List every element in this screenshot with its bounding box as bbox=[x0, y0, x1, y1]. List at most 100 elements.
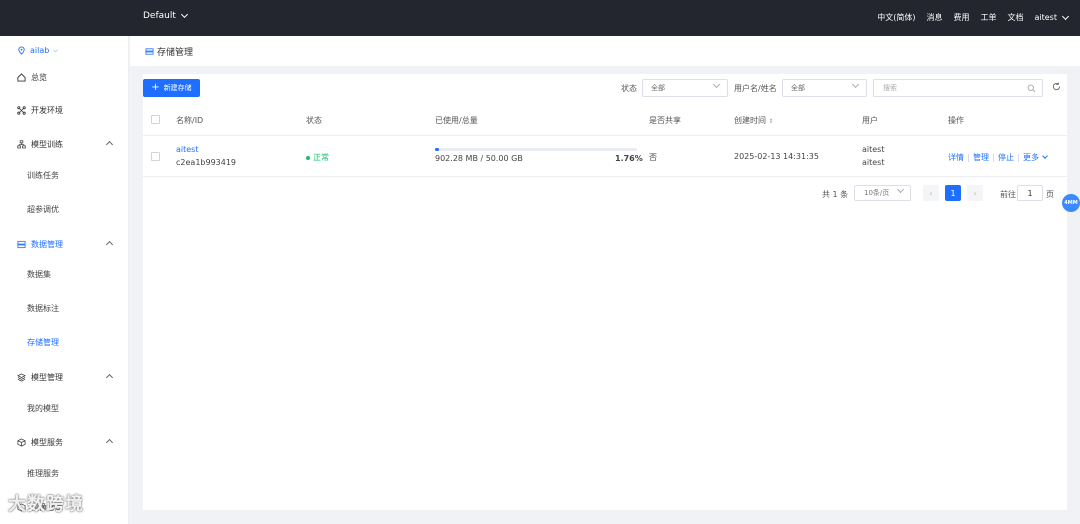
sidebar-group-model-management[interactable]: 模型管理 bbox=[17, 372, 114, 383]
manage-link[interactable]: 管理 bbox=[973, 152, 989, 163]
storage-id: c2ea1b993419 bbox=[176, 158, 237, 167]
workspace-name: Default bbox=[143, 11, 176, 21]
column-created[interactable]: 创建时间 ⇕ bbox=[734, 115, 774, 126]
storage-name-link[interactable]: aitest bbox=[176, 145, 199, 154]
new-storage-button[interactable]: + 新建存储 bbox=[143, 79, 200, 97]
hierarchy-icon bbox=[17, 140, 26, 149]
page-size-select[interactable]: 10条/页 bbox=[854, 185, 911, 201]
status-filter-select[interactable]: 全部 bbox=[642, 79, 728, 97]
home-icon bbox=[17, 73, 26, 82]
chevron-down-icon bbox=[896, 185, 905, 194]
sort-icon: ⇕ bbox=[768, 118, 774, 125]
page-header: 存储管理 bbox=[130, 36, 1080, 66]
sidebar-item-datasets[interactable]: 数据集 bbox=[27, 269, 51, 280]
column-shared: 是否共享 bbox=[649, 116, 681, 125]
sidebar-item-label: 模型服务 bbox=[31, 438, 63, 447]
language-selector[interactable]: 中文(简体) bbox=[877, 12, 915, 23]
watermark: 大数跨境 bbox=[8, 494, 84, 515]
sidebar-item-label: 开发环境 bbox=[31, 106, 63, 115]
usage-progress-fill bbox=[435, 148, 439, 151]
sidebar-item-inference-service[interactable]: 推理服务 bbox=[27, 468, 59, 479]
usage-text: 902.28 MB / 50.00 GB bbox=[435, 154, 523, 163]
floating-assistant-button[interactable]: 4MM bbox=[1062, 194, 1080, 212]
sidebar-item-data-annotation[interactable]: 数据标注 bbox=[27, 303, 59, 314]
status-text: 正常 bbox=[313, 153, 329, 162]
sidebar-item-training-tasks[interactable]: 训练任务 bbox=[27, 170, 59, 181]
network-icon bbox=[17, 106, 26, 115]
goto-page-input[interactable]: 1 bbox=[1017, 185, 1043, 201]
status-filter-value: 全部 bbox=[651, 84, 665, 92]
column-created-label: 创建时间 bbox=[734, 116, 766, 125]
row-checkbox[interactable] bbox=[151, 152, 160, 161]
layers-icon bbox=[17, 373, 26, 382]
more-label: 更多 bbox=[1023, 153, 1039, 162]
row-user-name: aitest bbox=[862, 158, 885, 167]
column-actions: 操作 bbox=[948, 116, 964, 125]
sidebar-item-overview[interactable]: 总览 bbox=[17, 72, 114, 83]
column-status: 状态 bbox=[306, 116, 322, 125]
detail-link[interactable]: 详情 bbox=[948, 152, 964, 163]
refresh-icon[interactable] bbox=[1052, 82, 1062, 92]
usage-progress-bar bbox=[435, 148, 637, 151]
sidebar-group-model-training[interactable]: 模型训练 bbox=[17, 139, 114, 150]
user-name: aitest bbox=[1034, 13, 1058, 22]
chevron-up-icon bbox=[105, 240, 114, 249]
sidebar-item-storage-management[interactable]: 存储管理 bbox=[27, 337, 59, 348]
page-size-value: 10条/页 bbox=[864, 189, 890, 197]
location-pin-icon bbox=[17, 46, 26, 55]
divider bbox=[1018, 153, 1019, 162]
sidebar-item-label: 模型管理 bbox=[31, 373, 63, 382]
user-filter-label: 用户名/姓名 bbox=[734, 84, 777, 93]
row-actions: 详情 管理 停止 更多 bbox=[948, 152, 1048, 163]
column-user: 用户 bbox=[862, 116, 878, 125]
chevron-down-icon bbox=[1061, 12, 1070, 20]
user-menu[interactable]: aitest bbox=[1034, 12, 1070, 22]
page-title: 存储管理 bbox=[145, 45, 193, 58]
chevron-down-icon bbox=[1042, 153, 1048, 159]
usage-percent: 1.76% bbox=[615, 154, 643, 163]
chevron-down-icon bbox=[180, 10, 188, 19]
status-dot bbox=[306, 155, 310, 160]
page-title-text: 存储管理 bbox=[157, 48, 194, 58]
chevron-up-icon bbox=[105, 438, 114, 447]
user-filter-select[interactable]: 全部 bbox=[782, 79, 867, 97]
prev-page-button[interactable]: ‹ bbox=[923, 185, 939, 201]
search-input[interactable]: 搜索 bbox=[873, 79, 1043, 97]
tickets-link[interactable]: 工单 bbox=[981, 12, 997, 23]
chevron-down-icon bbox=[851, 80, 860, 89]
org-selector[interactable]: ailab ⌵ bbox=[17, 46, 58, 55]
org-name: ailab bbox=[30, 46, 50, 55]
chevron-up-icon bbox=[105, 373, 114, 382]
pagination: 共 1 条 10条/页 ‹ 1 › 前往 1 页 bbox=[143, 184, 1067, 204]
storage-panel: + 新建存储 状态 全部 用户名/姓名 全部 搜索 名称/ID 状态 已使用/总… bbox=[143, 74, 1067, 510]
chevron-down-icon: ⌵ bbox=[53, 46, 58, 54]
column-name: 名称/ID bbox=[176, 116, 204, 125]
sidebar: ailab ⌵ 总览 开发环境 模型训练 训练任务 超参调优 数据管理 数据集 … bbox=[0, 36, 129, 524]
next-page-button[interactable]: › bbox=[967, 185, 983, 201]
sidebar-item-label: 数据管理 bbox=[31, 240, 63, 249]
select-all-checkbox[interactable] bbox=[151, 115, 160, 124]
sidebar-item-label: 总览 bbox=[31, 73, 47, 82]
stop-link[interactable]: 停止 bbox=[998, 152, 1014, 163]
billing-link[interactable]: 费用 bbox=[954, 12, 970, 23]
current-page-button[interactable]: 1 bbox=[945, 185, 961, 201]
database-icon bbox=[17, 240, 26, 249]
docs-link[interactable]: 文档 bbox=[1008, 12, 1024, 23]
more-dropdown[interactable]: 更多 bbox=[1023, 152, 1048, 163]
table-row: aitest c2ea1b993419 正常 902.28 MB / 50.00… bbox=[143, 137, 1067, 177]
created-time: 2025-02-13 14:31:35 bbox=[734, 152, 819, 161]
sidebar-item-hyperparameter-tuning[interactable]: 超参调优 bbox=[27, 204, 59, 215]
chevron-down-icon bbox=[712, 80, 721, 89]
sidebar-group-data-management[interactable]: 数据管理 bbox=[17, 239, 114, 250]
search-icon bbox=[1027, 84, 1036, 93]
sidebar-group-model-service[interactable]: 模型服务 bbox=[17, 437, 114, 448]
user-filter-value: 全部 bbox=[791, 84, 805, 92]
messages-link[interactable]: 消息 bbox=[927, 12, 943, 23]
sidebar-item-my-models[interactable]: 我的模型 bbox=[27, 403, 59, 414]
column-usage: 已使用/总量 bbox=[435, 116, 478, 125]
status-filter-label: 状态 bbox=[621, 84, 637, 93]
workspace-selector[interactable]: Default bbox=[143, 10, 188, 21]
sidebar-item-dev-env[interactable]: 开发环境 bbox=[17, 105, 114, 116]
goto-label: 前往 bbox=[1000, 190, 1016, 199]
pagination-total: 共 1 条 bbox=[822, 190, 849, 199]
